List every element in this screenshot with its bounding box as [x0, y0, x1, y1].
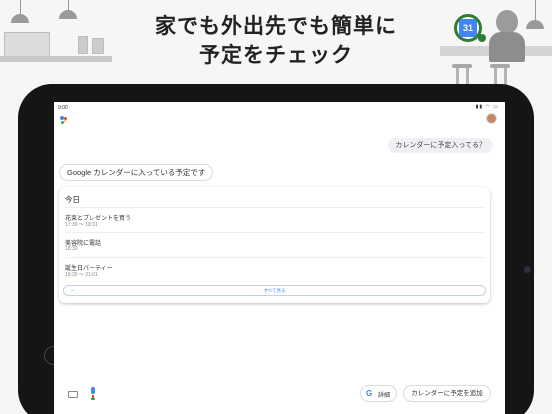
details-chip[interactable]: G 詳細 — [360, 385, 397, 402]
see-all-label: すべて見る — [263, 288, 286, 293]
event-time: 18:30 — [65, 246, 78, 252]
headline-line-2: 予定をチェック — [199, 43, 353, 67]
front-camera — [524, 266, 531, 273]
google-g-icon: G — [366, 389, 373, 398]
list-item-event-2[interactable]: 美容院に電話 18:30 — [65, 232, 485, 257]
see-all-button[interactable]: → すべて見る — [63, 285, 486, 296]
bubble-tail — [478, 34, 486, 42]
event-time: 19:30 ～ 21:01 — [65, 272, 98, 278]
status-icons: ▮▮ ◠ ▭ — [475, 104, 499, 110]
assistant-screen: 9:00 ▮▮ ◠ ▭ カレンダーに予定入ってる？ Google カレンダーに入… — [54, 102, 505, 414]
google-assistant-icon — [60, 116, 68, 124]
agenda-heading: 今日 — [65, 195, 80, 204]
user-query-bubble: カレンダーに予定入ってる？ — [388, 138, 493, 153]
promo-banner: 家でも外出先でも簡単に 予定をチェック 31 — [0, 0, 552, 92]
status-time: 9:00 — [58, 105, 68, 111]
add-to-calendar-chip[interactable]: カレンダーに予定を追加 — [403, 385, 491, 402]
lamp-mid-cord — [68, 0, 69, 10]
calendar-icon: 31 — [459, 19, 477, 37]
microphone-icon[interactable] — [90, 387, 96, 400]
details-label: 詳細 — [378, 393, 391, 399]
list-item-event-3[interactable]: 誕生日パーティー 19:30 ～ 21:01 — [65, 257, 485, 282]
keyboard-icon[interactable] — [68, 391, 78, 398]
list-item-event-1[interactable]: 花束とプレゼントを買う 17:30 ～ 18:31 — [65, 207, 485, 232]
event-time: 17:30 ～ 18:31 — [65, 222, 98, 228]
assistant-reply: Google カレンダーに入っている予定です — [59, 164, 214, 181]
agenda-card: 今日 花束とプレゼントを買う 17:30 ～ 18:31 美容院に電話 18:3… — [59, 187, 490, 303]
avatar[interactable] — [486, 113, 497, 124]
